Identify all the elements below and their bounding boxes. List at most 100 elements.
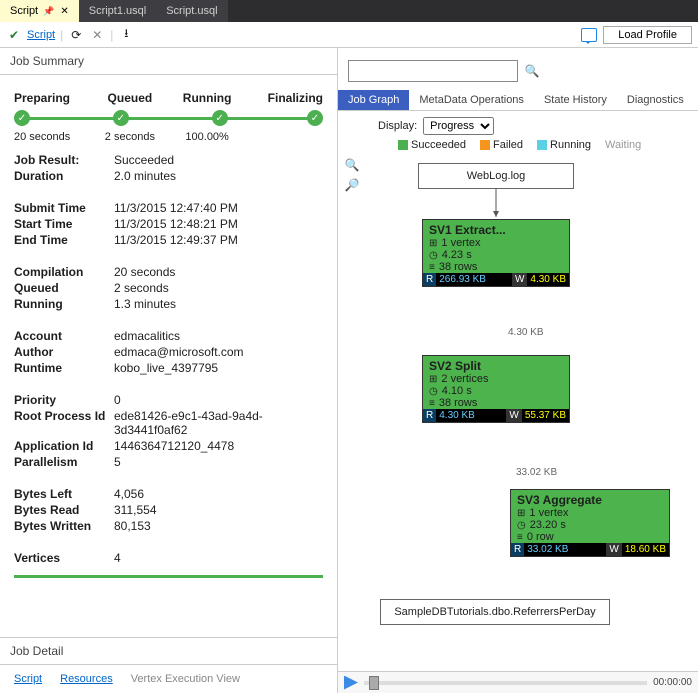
source-node[interactable]: WebLog.log [418, 163, 574, 189]
kv-value: 2 seconds [114, 281, 323, 295]
node-duration: 4.10 s [442, 385, 472, 397]
vertex-icon: ⊞ [429, 238, 437, 249]
kv-value: ede81426-e9c1-43ad-9a4d-3d3441f0af62 [114, 409, 323, 437]
kv-row: Bytes Written80,153 [14, 519, 323, 533]
tab-script-active[interactable]: Script📌✕ [0, 0, 79, 22]
kv-row: Job Result:Succeeded [14, 153, 323, 167]
kv-value: 2.0 minutes [114, 169, 323, 183]
divider [14, 575, 323, 578]
tab-label: Script.usql [166, 5, 217, 17]
phase-labels: Preparing Queued Running Finalizing [14, 91, 323, 105]
node-title: SV3 Aggregate [511, 490, 669, 507]
kv-key: Parallelism [14, 455, 114, 469]
job-graph-canvas[interactable]: 🔍 🔎 WebLog.log SV1 Extract... ⊞1 vertex … [338, 157, 698, 671]
kv-key: Account [14, 329, 114, 343]
pin-icon[interactable]: 📌 [43, 6, 54, 17]
node-write: 4.30 KB [527, 273, 569, 286]
kv-row: Priority0 [14, 393, 323, 407]
node-vertices: 1 vertex [441, 237, 480, 249]
kv-key: Bytes Read [14, 503, 114, 517]
play-button[interactable] [344, 676, 358, 690]
zoom-in-icon[interactable]: 🔍 [344, 157, 360, 173]
node-vertices: 1 vertex [529, 507, 568, 519]
node-sv2[interactable]: SV2 Split ⊞2 vertices ◷4.10 s ≡38 rows R… [422, 355, 570, 423]
detail-links: Script Resources Vertex Execution View [0, 665, 337, 693]
kv-key: Author [14, 345, 114, 359]
kv-value: 0 [114, 393, 323, 407]
display-row: Display: Progress [338, 111, 698, 137]
node-title: SV2 Split [423, 356, 569, 373]
tab-label: Script1.usql [89, 5, 146, 17]
kv-row: Root Process Idede81426-e9c1-43ad-9a4d-3… [14, 409, 323, 437]
tab-job-graph[interactable]: Job Graph [338, 90, 409, 110]
cancel-icon[interactable]: ✕ [89, 27, 105, 43]
toolbar: ✔ Script | ⟳ ✕ | ⭳ Load Profile [0, 22, 698, 48]
tab-diagnostics[interactable]: Diagnostics [617, 90, 694, 110]
clock-icon: ◷ [517, 520, 526, 531]
kv-key: Priority [14, 393, 114, 407]
kv-row: Application Id1446364712120_4478 [14, 439, 323, 453]
job-summary-heading: Job Summary [0, 48, 337, 75]
node-vertices: 2 vertices [441, 373, 488, 385]
kv-row: Bytes Read311,554 [14, 503, 323, 517]
kv-value: edmacalitics [114, 329, 323, 343]
node-sv3[interactable]: SV3 Aggregate ⊞1 vertex ◷23.20 s ≡0 row … [510, 489, 670, 557]
display-select[interactable]: Progress [423, 117, 494, 135]
sink-node[interactable]: SampleDBTutorials.dbo.ReferrersPerDay [380, 599, 610, 625]
source-label: WebLog.log [467, 170, 526, 182]
phase-queued: Queued [91, 91, 168, 105]
kv-key: Start Time [14, 217, 114, 231]
node-title: SV1 Extract... [423, 220, 569, 237]
kv-value: 4,056 [114, 487, 323, 501]
tab-state-history[interactable]: State History [534, 90, 617, 110]
tab-script-usql[interactable]: Script.usql [156, 0, 227, 22]
kv-row: Authoredmaca@microsoft.com [14, 345, 323, 359]
close-icon[interactable]: ✕ [60, 6, 68, 17]
node-write: 18.60 KB [622, 543, 669, 556]
timeline-time: 00:00:00 [653, 677, 692, 688]
kv-key: Submit Time [14, 201, 114, 215]
download-icon[interactable]: ⭳ [118, 27, 134, 43]
kv-key: Runtime [14, 361, 114, 375]
refresh-icon[interactable]: ⟳ [68, 27, 84, 43]
legend: Succeeded Failed Running Waiting [338, 137, 698, 157]
tab-metadata[interactable]: MetaData Operations [409, 90, 534, 110]
search-icon[interactable]: 🔍 [524, 63, 540, 79]
zoom-out-icon[interactable]: 🔎 [344, 177, 360, 193]
kv-value: 4 [114, 551, 323, 565]
legend-succeeded: Succeeded [398, 139, 466, 151]
kv-row: Accountedmacalitics [14, 329, 323, 343]
detail-vev: Vertex Execution View [131, 673, 240, 685]
clock-icon: ◷ [429, 250, 438, 261]
node-sv1[interactable]: SV1 Extract... ⊞1 vertex ◷4.23 s ≡38 row… [422, 219, 570, 287]
kv-value: 311,554 [114, 503, 323, 517]
search-input[interactable] [348, 60, 518, 82]
tab-script1[interactable]: Script1.usql [79, 0, 156, 22]
job-detail-heading: Job Detail [0, 637, 337, 665]
graph-tabs: Job Graph MetaData Operations State Hist… [338, 90, 698, 111]
timeline-track[interactable] [364, 681, 647, 685]
success-icon: ✔ [6, 27, 22, 43]
kv-value: 5 [114, 455, 323, 469]
stat [246, 131, 323, 143]
node-rows: 38 rows [439, 397, 478, 409]
kv-key: Duration [14, 169, 114, 183]
kv-value: edmaca@microsoft.com [114, 345, 323, 359]
script-link[interactable]: Script [27, 29, 55, 41]
chat-icon[interactable] [581, 27, 597, 43]
display-label: Display: [378, 120, 417, 132]
kv-row: End Time11/3/2015 12:49:37 PM [14, 233, 323, 247]
node-read: 33.02 KB [524, 543, 571, 556]
timeline-thumb[interactable] [369, 676, 379, 690]
edge-label-2-3: 33.02 KB [516, 467, 557, 478]
detail-script-link[interactable]: Script [14, 673, 42, 685]
kv-row: Vertices4 [14, 551, 323, 565]
rows-icon: ≡ [429, 398, 435, 409]
load-profile-button[interactable]: Load Profile [603, 26, 692, 44]
detail-resources-link[interactable]: Resources [60, 673, 113, 685]
kv-value: 11/3/2015 12:49:37 PM [114, 233, 323, 247]
phase-preparing: Preparing [14, 91, 91, 105]
kv-row: Queued2 seconds [14, 281, 323, 295]
playback-footer: 00:00:00 [338, 671, 698, 693]
kv-row: Bytes Left4,056 [14, 487, 323, 501]
